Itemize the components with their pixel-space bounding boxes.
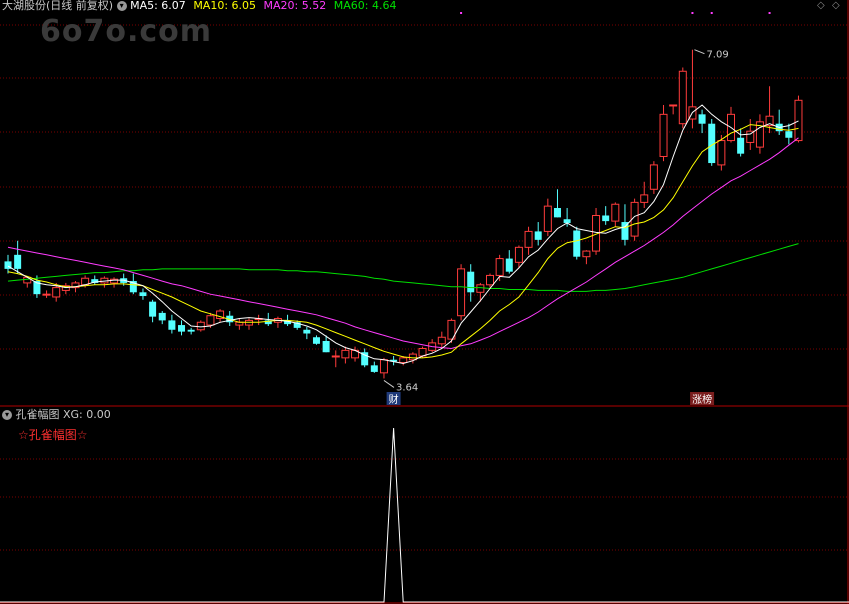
candle-up [486, 274, 494, 286]
watermark: 6o7o.com [40, 14, 213, 49]
candle-up [659, 113, 668, 157]
candle-down [737, 137, 745, 154]
candle-up [669, 104, 678, 107]
candle-down [505, 258, 513, 272]
dropdown-icon[interactable]: ▾ [116, 1, 127, 11]
candle-down [303, 329, 311, 334]
price-header: 大湖股份(日线 前复权) ▾ MA5: 6.07 MA10: 6.05 MA20… [2, 0, 396, 13]
ma10-label: MA10: 6.05 [193, 0, 257, 12]
candle-up [341, 349, 350, 359]
candle-up [331, 355, 340, 358]
indicator-star-label: ☆孔雀幅图☆ [18, 428, 88, 442]
candle-down [139, 292, 147, 297]
stock-name: 大湖股份(日线 前复权) [2, 0, 114, 12]
candle-up [794, 99, 803, 142]
candle-down [573, 230, 581, 257]
candle-down [149, 301, 157, 317]
candle-up [582, 250, 591, 258]
candle-up [408, 353, 417, 361]
ma60-label: MA60: 4.64 [333, 0, 397, 12]
candle-up [514, 246, 523, 263]
indicator-xg: XG: 0.00 [63, 408, 111, 421]
scroll-up-icon[interactable]: ◇ [817, 0, 825, 11]
kline-chart[interactable]: 3.64 7.09 财 涨榜 [0, 0, 849, 604]
candle-down [553, 208, 561, 218]
candle-up [524, 230, 533, 248]
top-marker-dot [768, 12, 771, 14]
candle-up [495, 258, 504, 276]
ma20-line [7, 137, 799, 350]
candle-down [14, 254, 22, 269]
candle-down [312, 337, 320, 344]
high-price-label: 7.09 [706, 50, 728, 61]
candle-down [563, 219, 571, 223]
high-pointer [694, 49, 705, 55]
indicator-dropdown-icon[interactable]: ▾ [2, 410, 12, 420]
candle-up [42, 293, 51, 296]
candle-down [785, 131, 793, 138]
candle-up [649, 164, 658, 190]
candle-up [379, 359, 388, 374]
candle-down [370, 365, 378, 372]
candle-up [640, 194, 649, 203]
cai-badge-text: 财 [389, 393, 399, 406]
candle-up [52, 287, 61, 298]
candle-down [178, 325, 186, 332]
candle-up [476, 284, 485, 293]
candle-down [534, 231, 542, 240]
candle-down [467, 271, 475, 293]
xg-signal-line [0, 427, 849, 603]
candle-up [717, 140, 726, 166]
top-marker-dot [710, 12, 713, 14]
candle-up [457, 268, 466, 317]
ma20-label: MA20: 5.52 [263, 0, 327, 12]
candle-up [206, 315, 215, 326]
candle-up [437, 336, 446, 345]
candle-up [678, 70, 687, 125]
low-pointer [383, 380, 395, 388]
candle-down [602, 215, 610, 222]
candle-down [698, 114, 706, 124]
candle-up [543, 205, 552, 232]
ma5-label: MA5: 6.07 [130, 0, 186, 12]
zhang-badge-text: 涨榜 [692, 393, 712, 406]
candle-up [611, 203, 620, 222]
candle-down [158, 312, 166, 321]
candle-down [322, 340, 330, 353]
indicator-header: ▾ 孔雀幅图 XG: 0.00 [2, 408, 111, 422]
candle-down [187, 329, 195, 332]
indicator-title: 孔雀幅图 [15, 408, 60, 421]
candle-down [168, 320, 176, 330]
candle-up [399, 357, 408, 364]
top-marker-dot [460, 12, 463, 14]
low-price-label: 3.64 [396, 382, 418, 393]
scroll-down-icon[interactable]: ◇ [832, 0, 840, 11]
candle-up [196, 321, 205, 331]
top-marker-dot [691, 12, 694, 14]
ma5-line [7, 104, 799, 365]
